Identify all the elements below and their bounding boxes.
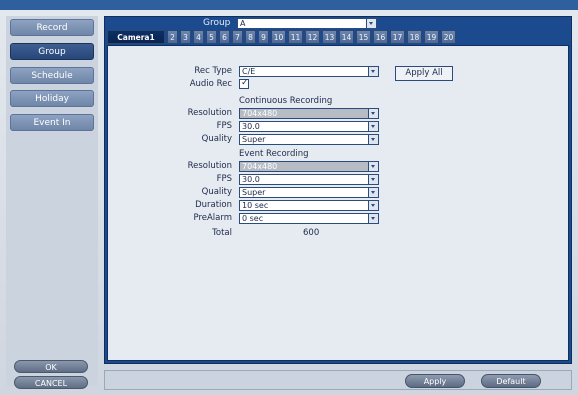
continuous-resolution-label: Resolution bbox=[187, 108, 232, 118]
title-bar bbox=[0, 0, 578, 10]
event-fps-label: FPS bbox=[216, 174, 232, 184]
apply-all-button[interactable]: Apply All bbox=[395, 66, 453, 81]
group-select[interactable]: A bbox=[237, 18, 377, 29]
event-prealarm-label: PreAlarm bbox=[193, 213, 232, 223]
bottom-bar: Apply Default bbox=[104, 370, 572, 390]
group-label: Group bbox=[203, 18, 231, 28]
event-quality-label: Quality bbox=[201, 187, 232, 197]
event-quality-value: Super bbox=[242, 188, 266, 197]
tab-camera-8[interactable]: 8 bbox=[245, 30, 256, 44]
tab-camera-11[interactable]: 11 bbox=[288, 30, 303, 44]
event-quality-select[interactable]: Super bbox=[239, 187, 379, 198]
chevron-down-icon bbox=[368, 162, 378, 171]
rec-type-label: Rec Type bbox=[194, 66, 232, 76]
event-fps-select[interactable]: 30.0 bbox=[239, 174, 379, 185]
event-resolution-value: 704x480 bbox=[242, 162, 278, 171]
event-prealarm-select[interactable]: 0 sec bbox=[239, 213, 379, 224]
ok-button[interactable]: OK bbox=[14, 360, 88, 373]
chevron-down-icon bbox=[368, 201, 378, 210]
event-prealarm-value: 0 sec bbox=[242, 214, 264, 223]
chevron-down-icon bbox=[368, 122, 378, 131]
sidebar-item-schedule[interactable]: Schedule bbox=[10, 67, 94, 84]
continuous-quality-label: Quality bbox=[201, 134, 232, 144]
continuous-quality-select[interactable]: Super bbox=[239, 134, 379, 145]
continuous-fps-select[interactable]: 30.0 bbox=[239, 121, 379, 132]
event-resolution-select[interactable]: 704x480 bbox=[239, 161, 379, 172]
tab-camera-15[interactable]: 15 bbox=[356, 30, 371, 44]
audio-rec-checkbox[interactable] bbox=[239, 78, 249, 89]
tab-camera-16[interactable]: 16 bbox=[373, 30, 388, 44]
tab-camera-13[interactable]: 13 bbox=[322, 30, 337, 44]
continuous-fps-label: FPS bbox=[216, 121, 232, 131]
rec-type-select[interactable]: C/E bbox=[239, 66, 379, 77]
tab-camera-2[interactable]: 2 bbox=[167, 30, 178, 44]
main-panel: Group A Camera1 2 3 4 5 6 7 8 9 10 11 12… bbox=[104, 16, 572, 364]
sidebar-item-record[interactable]: Record bbox=[10, 19, 94, 36]
tab-camera-9[interactable]: 9 bbox=[258, 30, 269, 44]
cancel-button[interactable]: CANCEL bbox=[14, 376, 88, 389]
event-duration-value: 10 sec bbox=[242, 201, 269, 210]
chevron-down-icon bbox=[368, 109, 378, 118]
tab-camera-4[interactable]: 4 bbox=[193, 30, 204, 44]
event-duration-label: Duration bbox=[195, 200, 232, 210]
tab-camera-5[interactable]: 5 bbox=[206, 30, 217, 44]
event-recording-title: Event Recording bbox=[239, 149, 309, 159]
chevron-down-icon bbox=[368, 135, 378, 144]
event-fps-value: 30.0 bbox=[242, 175, 260, 184]
continuous-recording-title: Continuous Recording bbox=[239, 96, 333, 106]
group-value: A bbox=[240, 19, 246, 28]
continuous-quality-value: Super bbox=[242, 135, 266, 144]
chevron-down-icon bbox=[366, 19, 376, 28]
apply-button[interactable]: Apply bbox=[405, 374, 465, 388]
tab-camera-1[interactable]: Camera1 bbox=[107, 30, 165, 44]
tab-camera-12[interactable]: 12 bbox=[305, 30, 320, 44]
event-duration-select[interactable]: 10 sec bbox=[239, 200, 379, 211]
tab-camera-20[interactable]: 20 bbox=[441, 30, 456, 44]
app-window: Record Group Schedule Holiday Event In O… bbox=[0, 0, 578, 395]
total-label: Total bbox=[212, 228, 232, 238]
default-button[interactable]: Default bbox=[481, 374, 541, 388]
settings-content: Rec Type C/E Apply All Audio Rec Continu… bbox=[107, 45, 569, 361]
sidebar: Record Group Schedule Holiday Event In O… bbox=[6, 16, 98, 389]
chevron-down-icon bbox=[368, 175, 378, 184]
continuous-fps-value: 30.0 bbox=[242, 122, 260, 131]
sidebar-item-group[interactable]: Group bbox=[10, 43, 94, 60]
tab-camera-14[interactable]: 14 bbox=[339, 30, 354, 44]
sidebar-item-holiday[interactable]: Holiday bbox=[10, 90, 94, 107]
continuous-resolution-value: 704x480 bbox=[242, 109, 278, 118]
chevron-down-icon bbox=[368, 67, 378, 76]
chevron-down-icon bbox=[368, 188, 378, 197]
chevron-down-icon bbox=[368, 214, 378, 223]
tab-camera-17[interactable]: 17 bbox=[390, 30, 405, 44]
tab-camera-7[interactable]: 7 bbox=[232, 30, 243, 44]
tab-camera-18[interactable]: 18 bbox=[407, 30, 422, 44]
sidebar-item-event-in[interactable]: Event In bbox=[10, 114, 94, 131]
continuous-resolution-select[interactable]: 704x480 bbox=[239, 108, 379, 119]
tab-camera-19[interactable]: 19 bbox=[424, 30, 439, 44]
tab-camera-10[interactable]: 10 bbox=[271, 30, 286, 44]
tab-camera-3[interactable]: 3 bbox=[180, 30, 191, 44]
total-value: 600 bbox=[303, 228, 320, 238]
audio-rec-label: Audio Rec bbox=[189, 79, 232, 89]
event-resolution-label: Resolution bbox=[187, 161, 232, 171]
tab-camera-6[interactable]: 6 bbox=[219, 30, 230, 44]
rec-type-value: C/E bbox=[242, 67, 256, 76]
